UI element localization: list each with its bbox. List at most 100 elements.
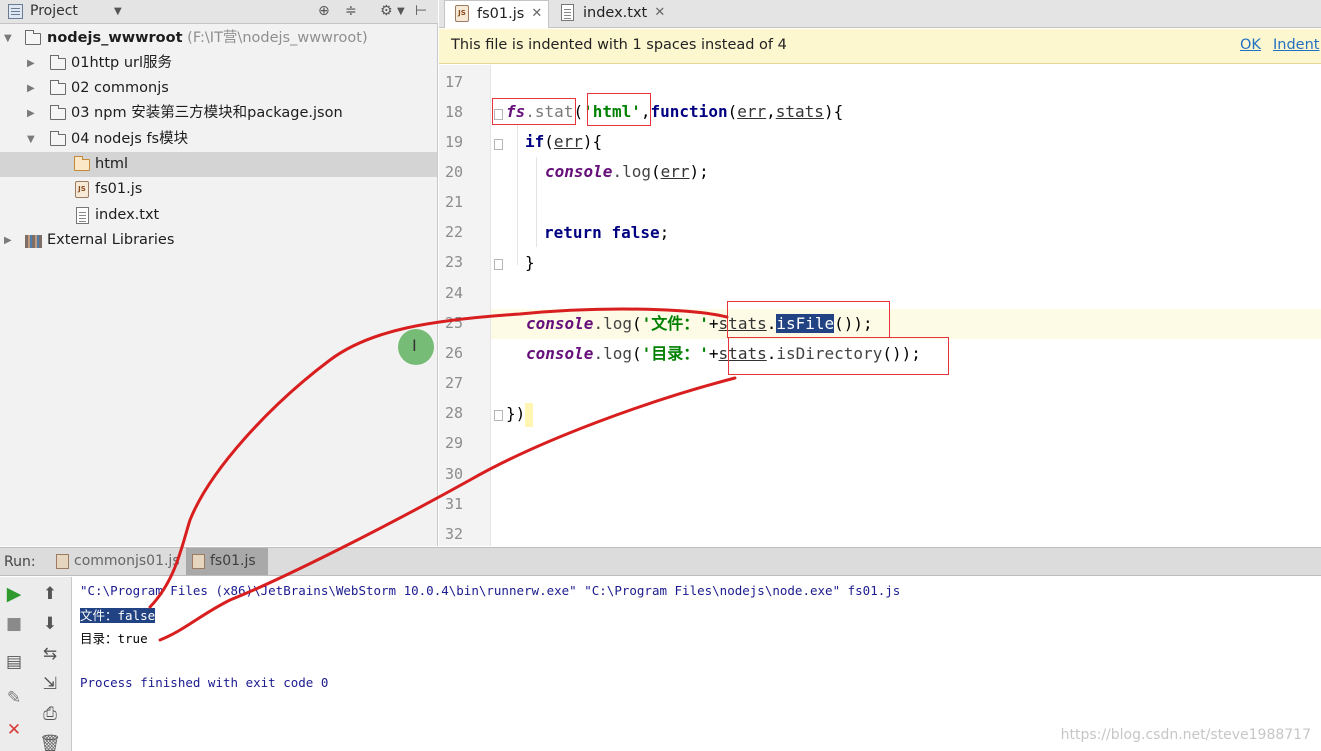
fold-marker-icon[interactable] xyxy=(494,410,503,421)
text-file-icon xyxy=(76,207,89,224)
js-file-icon: JS xyxy=(455,5,469,22)
run-label: Run: xyxy=(4,554,36,570)
fold-marker-icon[interactable] xyxy=(494,139,503,150)
line-number: 20 xyxy=(445,163,464,181)
code-line-28: }) xyxy=(506,399,1321,429)
line-number: 23 xyxy=(445,253,464,271)
collapsed-arrow-icon[interactable]: ▶ xyxy=(4,228,12,253)
collapsed-arrow-icon[interactable]: ▶ xyxy=(27,51,35,76)
tab-fs01-js[interactable]: JS fs01.js ✕ xyxy=(444,0,550,28)
console-exit-line: Process finished with exit code 0 xyxy=(80,675,329,690)
expand-arrow-icon[interactable]: ▼ xyxy=(4,26,12,51)
line-number: 26 xyxy=(445,344,464,362)
tree-item-file[interactable]: index.txt xyxy=(0,203,437,228)
tree-item-folder[interactable]: ▶ 03 npm 安装第三方模块和package.json xyxy=(0,101,437,126)
print-icon[interactable]: ⎙ xyxy=(39,703,61,725)
js-file-icon: JS xyxy=(75,181,89,198)
hide-panel-icon[interactable]: ⊢ xyxy=(415,3,427,19)
collapse-icon[interactable]: ≑ xyxy=(345,3,357,19)
folder-icon xyxy=(73,156,90,171)
line-number: 27 xyxy=(445,374,464,392)
folder-icon xyxy=(49,80,66,95)
project-panel: Project ▼ ⊕ ≑ ⚙ ▼ ⊢ ▼ nodejs_wwwroot (F:… xyxy=(0,0,438,546)
indent-link[interactable]: Indent xyxy=(1273,37,1319,53)
tree-item-file[interactable]: JS fs01.js xyxy=(0,177,437,202)
fold-marker-icon[interactable] xyxy=(494,109,503,120)
brace-match-highlight xyxy=(525,402,534,427)
code-line-18: fs.stat('html',function(err,stats){ xyxy=(506,102,844,121)
library-icon xyxy=(25,235,42,248)
project-header: Project ▼ ⊕ ≑ ⚙ ▼ ⊢ xyxy=(0,0,438,24)
line-number: 18 xyxy=(445,103,464,121)
tree-item-label: External Libraries xyxy=(47,232,175,248)
gear-icon[interactable]: ⚙ xyxy=(380,3,393,19)
folder-icon xyxy=(49,131,66,146)
folder-icon xyxy=(49,105,66,120)
run-console[interactable]: "C:\Program Files (x86)\JetBrains\WebSto… xyxy=(73,577,1321,751)
line-number: 30 xyxy=(445,465,464,483)
line-number: 17 xyxy=(445,73,464,91)
pin-icon[interactable]: ✎ xyxy=(3,687,25,709)
tree-item-label: 02 commonjs xyxy=(71,80,169,96)
settings-dropdown-icon[interactable]: ▼ xyxy=(397,6,405,17)
close-icon[interactable]: ✕ xyxy=(531,1,542,27)
tree-item-html-folder[interactable]: html xyxy=(0,152,437,177)
root-path: (F:\IT营\nodejs_wwwroot) xyxy=(187,30,368,46)
tree-item-libraries[interactable]: ▶ External Libraries xyxy=(0,228,437,253)
js-file-icon xyxy=(56,554,69,569)
console-command-line: "C:\Program Files (x86)\JetBrains\WebSto… xyxy=(80,583,901,598)
chevron-down-icon[interactable]: ▼ xyxy=(114,6,122,17)
text-cursor-icon: I xyxy=(412,336,417,355)
selected-text: isFile xyxy=(776,314,835,333)
fold-marker-icon[interactable] xyxy=(494,259,503,270)
tab-index-txt[interactable]: index.txt ✕ xyxy=(551,0,671,28)
run-tab-bar: Run: commonjs01.js fs01.js xyxy=(0,547,1321,576)
tree-item-label: html xyxy=(95,156,129,172)
code-line-23: } xyxy=(525,253,535,272)
expand-arrow-icon[interactable]: ▼ xyxy=(27,127,35,152)
run-tab-commonjs01[interactable]: commonjs01.js xyxy=(50,548,192,575)
up-arrow-icon[interactable]: ⬆ xyxy=(39,583,61,605)
code-line-19: if(err){ xyxy=(525,132,603,151)
target-icon[interactable]: ⊕ xyxy=(318,3,330,19)
code-editor[interactable]: 17 18 19 20 21 22 23 24 25 26 27 28 29 3… xyxy=(439,65,1321,546)
line-number: 28 xyxy=(445,404,464,422)
cursor-highlight: I xyxy=(398,329,434,365)
tab-label: fs01.js xyxy=(477,6,525,22)
run-tab-fs01[interactable]: fs01.js xyxy=(186,548,268,575)
tree-item-label: nodejs_wwwroot xyxy=(47,30,183,46)
ok-link[interactable]: OK xyxy=(1240,37,1261,53)
line-number: 29 xyxy=(445,434,464,452)
watermark: https://blog.csdn.net/steve1988717 xyxy=(1060,727,1311,743)
collapsed-arrow-icon[interactable]: ▶ xyxy=(27,101,35,126)
line-number: 31 xyxy=(445,495,464,513)
tree-item-label: fs01.js xyxy=(95,181,143,197)
project-view-label[interactable]: Project xyxy=(30,3,78,19)
trash-icon[interactable]: 🗑 xyxy=(39,733,61,751)
line-number: 32 xyxy=(445,525,464,543)
close-icon[interactable]: ✕ xyxy=(3,719,25,741)
run-tab-label: fs01.js xyxy=(210,553,256,569)
code-line-25: console.log('文件：'+stats.isFile()); xyxy=(491,309,1321,339)
tree-item-label: index.txt xyxy=(95,207,160,223)
notification-message: This file is indented with 1 spaces inst… xyxy=(451,37,787,53)
tree-item-root[interactable]: ▼ nodejs_wwwroot (F:\IT营\nodejs_wwwroot) xyxy=(0,26,437,51)
code-line-22: return false; xyxy=(544,223,670,242)
close-icon[interactable]: ✕ xyxy=(654,0,665,26)
js-file-icon xyxy=(192,554,205,569)
line-number: 22 xyxy=(445,223,464,241)
scroll-to-end-icon[interactable]: ⇲ xyxy=(39,673,61,695)
rerun-play-icon[interactable]: ▶ xyxy=(3,583,25,605)
tree-item-folder[interactable]: ▶ 02 commonjs xyxy=(0,76,437,101)
collapsed-arrow-icon[interactable]: ▶ xyxy=(27,76,35,101)
stop-icon[interactable]: ■ xyxy=(3,613,25,635)
soft-wrap-icon[interactable]: ⇆ xyxy=(39,643,61,665)
code-line-20: console.log(err); xyxy=(545,162,709,181)
run-tab-label: commonjs01.js xyxy=(74,553,180,569)
tree-item-folder[interactable]: ▼ 04 nodejs fs模块 xyxy=(0,127,437,152)
layout-icon[interactable]: ▤ xyxy=(3,651,25,673)
line-number: 19 xyxy=(445,133,464,151)
down-arrow-icon[interactable]: ⬇ xyxy=(39,613,61,635)
line-number: 24 xyxy=(445,284,464,302)
tree-item-folder[interactable]: ▶ 01http url服务 xyxy=(0,51,437,76)
